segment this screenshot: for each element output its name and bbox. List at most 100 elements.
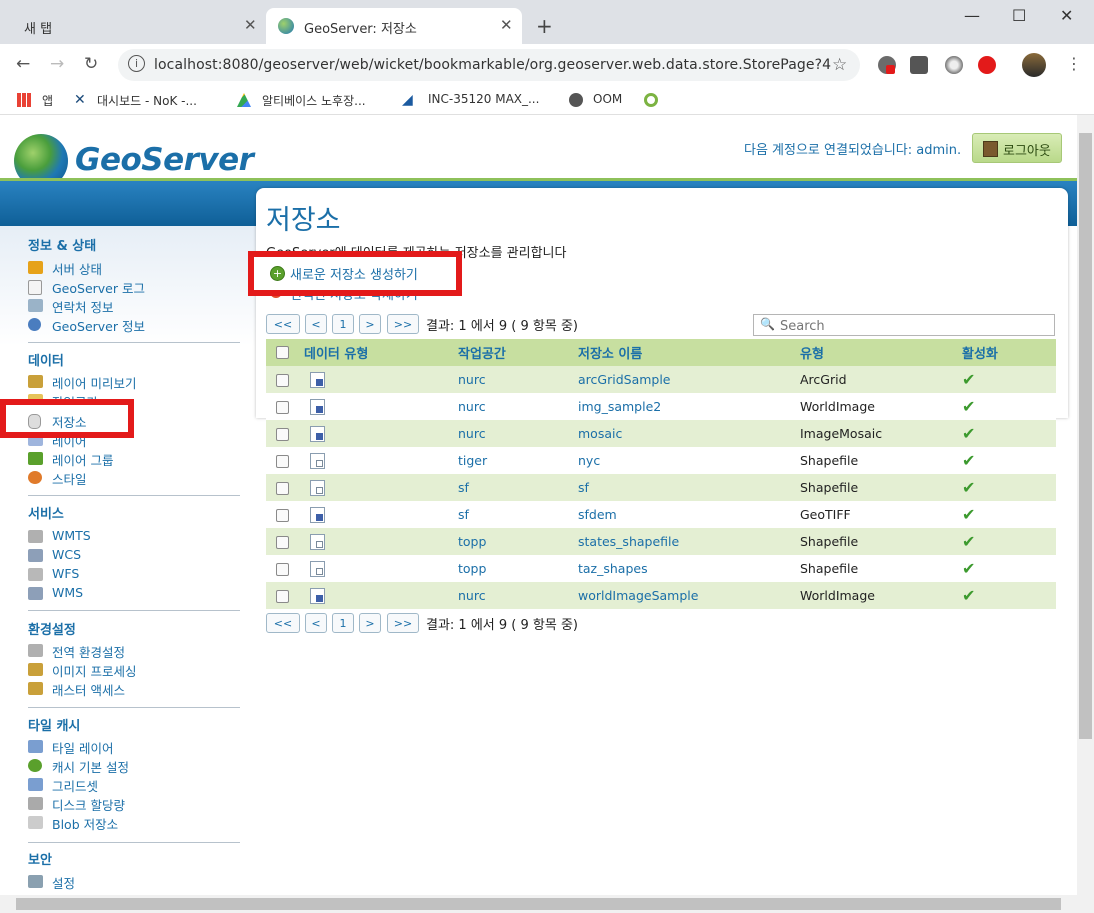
sidebar-item-stores[interactable]: 저장소 [52,412,87,431]
pager-first-button[interactable]: << [266,314,300,334]
search-input[interactable] [778,317,1052,335]
workspace-link[interactable]: topp [458,528,578,555]
add-store-link[interactable]: 새로운 저장소 생성하기 [290,264,418,283]
workspace-link[interactable]: sf [458,474,578,501]
sidebar-item-image-processing[interactable]: 이미지 프로세싱 [52,661,136,680]
store-name-link[interactable]: worldImageSample [578,582,800,609]
column-header-workspace[interactable]: 작업공간 [458,339,578,366]
column-header-type[interactable]: 유형 [800,339,962,366]
sidebar-item-wfs[interactable]: WFS [52,566,79,581]
bookmark-apps[interactable]: 앱 [42,92,53,109]
avatar[interactable] [1022,53,1046,77]
vertical-scrollbar-thumb[interactable] [1079,133,1092,739]
workspace-link[interactable]: topp [458,555,578,582]
sidebar-item-security-settings[interactable]: 설정 [52,873,75,892]
window-close-button[interactable]: ✕ [1060,6,1073,25]
row-checkbox[interactable] [276,374,289,387]
pager-page-button[interactable]: 1 [332,314,354,334]
pager-prev-button[interactable]: < [305,314,327,334]
sidebar-item-server-status[interactable]: 서버 상태 [52,259,102,278]
bookmark-inc[interactable]: INC-35120 MAX_... [428,92,539,106]
sidebar-item-layer-groups[interactable]: 레이어 그룹 [52,450,113,469]
row-checkbox[interactable] [276,455,289,468]
search-box[interactable]: 🔍 [753,314,1055,336]
tab-close-icon[interactable]: ✕ [500,16,513,34]
workspace-link[interactable]: nurc [458,366,578,393]
store-name-link[interactable]: mosaic [578,420,800,447]
sidebar-item-contact[interactable]: 연락처 정보 [52,297,113,316]
workspace-link[interactable]: sf [458,501,578,528]
pager-next-button[interactable]: > [359,314,381,334]
workspace-link[interactable]: nurc [458,393,578,420]
sidebar-item-gridsets[interactable]: 그리드셋 [52,776,98,795]
store-name-link[interactable]: taz_shapes [578,555,800,582]
sidebar-item-logs[interactable]: GeoServer 로그 [52,278,145,297]
bookmark-star-icon[interactable]: ☆ [832,55,847,75]
logout-button[interactable]: 로그아웃 [972,133,1062,163]
row-checkbox[interactable] [276,563,289,576]
store-name-link[interactable]: nyc [578,447,800,474]
sidebar-item-global[interactable]: 전역 환경설정 [52,642,125,661]
address-bar[interactable]: i localhost:8080/geoserver/web/wicket/bo… [118,49,860,81]
bookmark-oom[interactable]: OOM [593,92,622,106]
sidebar-item-wmts[interactable]: WMTS [52,528,91,543]
menu-icon[interactable]: ⋮ [1066,54,1082,73]
pager-last-button[interactable]: >> [387,314,419,334]
pager-last-button[interactable]: >> [387,613,419,633]
tab-geoserver[interactable]: GeoServer: 저장소 ✕ [266,8,522,44]
column-header-data-type[interactable]: 데이터 유형 [304,339,458,366]
sidebar-divider [28,842,240,843]
sidebar-item-raster-access[interactable]: 래스터 액세스 [52,680,125,699]
store-name-link[interactable]: states_shapefile [578,528,800,555]
bookmark-dashboard[interactable]: 대시보드 - NoK -... [97,92,197,109]
store-name-link[interactable]: img_sample2 [578,393,800,420]
site-info-icon[interactable]: i [128,55,145,72]
sidebar-item-blobstores[interactable]: Blob 저장소 [52,814,118,833]
tab-close-icon[interactable]: ✕ [244,16,257,34]
pager-next-button[interactable]: > [359,613,381,633]
tab-new-tab[interactable]: 새 탭 ✕ [0,8,266,44]
extension-circle-icon[interactable] [945,56,963,74]
sidebar-item-wcs[interactable]: WCS [52,547,81,562]
raster-store-icon [310,371,325,388]
store-name-link[interactable]: sfdem [578,501,800,528]
info-icon [28,318,41,331]
workspace-link[interactable]: tiger [458,447,578,474]
sidebar-item-layer-preview[interactable]: 레이어 미리보기 [52,373,136,392]
qgis-icon[interactable] [644,93,658,107]
horizontal-scrollbar-thumb[interactable] [16,898,1061,910]
back-icon[interactable]: ← [16,54,30,74]
sidebar-item-disk-quota[interactable]: 디스크 할당량 [52,795,125,814]
store-name-link[interactable]: sf [578,474,800,501]
sidebar-item-caching-defaults[interactable]: 캐시 기본 설정 [52,757,129,776]
row-checkbox[interactable] [276,536,289,549]
row-checkbox[interactable] [276,509,289,522]
reload-icon[interactable]: ↻ [84,54,98,74]
workspace-link[interactable]: nurc [458,582,578,609]
row-checkbox[interactable] [276,590,289,603]
new-tab-button[interactable]: + [536,14,553,38]
maximize-button[interactable]: ☐ [1012,6,1026,25]
pager-prev-button[interactable]: < [305,613,327,633]
sidebar-item-about[interactable]: GeoServer 정보 [52,316,145,335]
bookmark-altibase[interactable]: 알티베이스 노후장... [262,92,366,109]
adblock-icon[interactable] [978,56,996,74]
minimize-button[interactable]: — [964,6,980,25]
row-checkbox[interactable] [276,428,289,441]
extension-badge-icon[interactable] [878,56,896,74]
row-checkbox[interactable] [276,401,289,414]
workspace-link[interactable]: nurc [458,420,578,447]
store-name-link[interactable]: arcGridSample [578,366,800,393]
sidebar-item-wms[interactable]: WMS [52,585,83,600]
extension-i-icon[interactable] [910,56,928,74]
pager-first-button[interactable]: << [266,613,300,633]
column-header-enabled[interactable]: 활성화 [962,339,1056,366]
select-all-checkbox[interactable] [276,346,289,359]
sidebar-item-styles[interactable]: 스타일 [52,469,87,488]
row-checkbox[interactable] [276,482,289,495]
column-header-store-name[interactable]: 저장소 이름 [578,339,800,366]
pager-page-button[interactable]: 1 [332,613,354,633]
geoserver-logo[interactable]: GeoServer [75,142,254,178]
sidebar-item-tile-layers[interactable]: 타일 레이어 [52,738,113,757]
forward-icon[interactable]: → [50,54,64,74]
